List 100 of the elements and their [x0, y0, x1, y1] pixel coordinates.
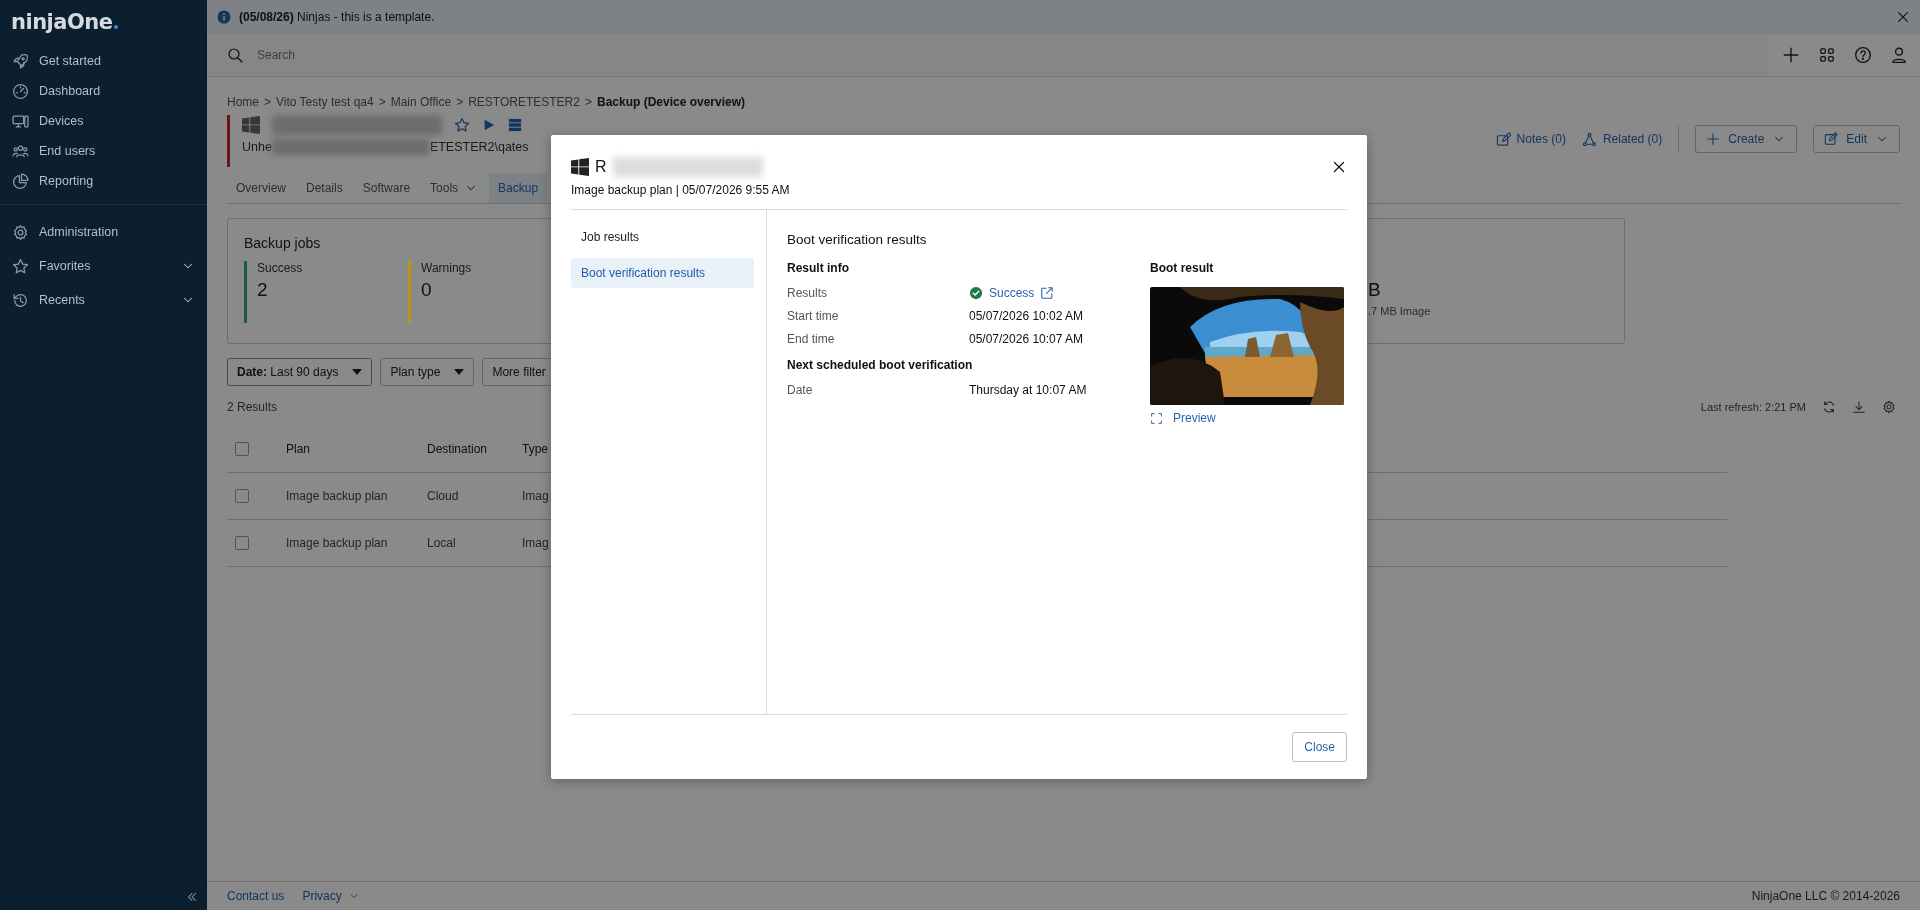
copyright: NinjaOne LLC © 2014-2026	[1751, 889, 1900, 903]
breadcrumb-link[interactable]: Home	[227, 95, 259, 109]
windows-icon	[242, 116, 260, 134]
dialog-title: R	[595, 158, 607, 176]
external-link-icon[interactable]	[1040, 285, 1055, 300]
contact-link[interactable]: Contact us	[227, 889, 285, 903]
tab[interactable]: Details	[297, 173, 352, 203]
plus-icon[interactable]	[1782, 46, 1800, 64]
field-value: Thursday at 10:07 AM	[969, 382, 1087, 397]
search-icon	[227, 47, 243, 63]
tab[interactable]: Overview	[227, 173, 295, 203]
sidebar-item[interactable]: Get started	[0, 46, 207, 76]
plus-icon	[1706, 132, 1721, 146]
status-link[interactable]: Success	[989, 285, 1035, 300]
star-icon[interactable]	[454, 117, 470, 133]
table-cell: Imag	[522, 536, 549, 550]
stat-caption: .7 MB Image	[1368, 305, 1432, 317]
field-value: 05/07/2026 10:07 AM	[969, 331, 1084, 346]
edit-icon	[1824, 132, 1839, 146]
breadcrumb-link[interactable]: Main Office	[390, 95, 452, 109]
play-icon[interactable]	[482, 118, 496, 132]
close-button[interactable]	[1331, 159, 1347, 175]
sidebar-item[interactable]: End users	[0, 136, 207, 166]
device-path: Unhe	[242, 140, 272, 154]
filter-button[interactable]: Plan type	[380, 358, 475, 386]
refresh-icon[interactable]	[1822, 400, 1836, 414]
download-icon[interactable]	[1852, 400, 1866, 414]
field-label: End time	[787, 331, 836, 346]
sidebar-item[interactable]: Dashboard	[0, 76, 207, 106]
sidebar-item[interactable]: Reporting	[0, 166, 207, 196]
grid-icon[interactable]	[1818, 46, 1836, 64]
search-field[interactable]: Search	[207, 34, 1768, 76]
field-label: Results	[787, 285, 828, 300]
tab[interactable]: Software	[353, 173, 420, 203]
pie-chart-icon	[12, 172, 29, 190]
field-label: Start time	[787, 308, 840, 323]
section-title: Boot result	[1150, 261, 1215, 275]
last-refresh: Last refresh: 2:21 PM	[1700, 401, 1806, 413]
tab[interactable]: Backup	[489, 173, 548, 203]
sidebar-item[interactable]: Favorites	[0, 249, 207, 283]
table-cell: Image backup plan	[286, 489, 388, 503]
privacy-menu[interactable]: Privacy	[302, 889, 360, 903]
checkbox[interactable]	[235, 489, 249, 503]
dialog-subtitle: Image backup plan | 05/07/2026 9:55 AM	[571, 183, 1347, 210]
status-bar	[227, 115, 230, 167]
nav-item[interactable]: Job results	[571, 222, 754, 252]
breadcrumb-separator: >	[456, 95, 464, 109]
close-icon[interactable]	[1896, 10, 1910, 24]
expand-icon	[1150, 411, 1163, 425]
column-header[interactable]: Destination	[427, 442, 488, 456]
note-icon	[1495, 131, 1511, 147]
settings-icon[interactable]	[1882, 400, 1896, 414]
banner-message: (05/08/26) Ninjas - this is a template.	[239, 10, 436, 24]
column-header[interactable]: Type	[522, 442, 548, 456]
history-icon	[12, 291, 29, 309]
server-icon[interactable]	[508, 118, 522, 132]
table-cell: Imag	[522, 489, 549, 503]
tab[interactable]: Tools	[421, 173, 488, 203]
gauge-icon	[12, 82, 29, 100]
create-button[interactable]: Create	[1695, 125, 1798, 153]
nav-item[interactable]: Boot verification results	[571, 258, 754, 288]
settings-icon	[12, 223, 29, 241]
network-icon	[1581, 131, 1597, 147]
section-title: Result info	[787, 261, 850, 275]
results-count: 2 Results	[227, 400, 278, 414]
info-icon	[217, 10, 231, 24]
device-path: ETESTER2\qates	[429, 140, 529, 154]
sidebar-item[interactable]: Devices	[0, 106, 207, 136]
related-link[interactable]: Related (0)	[1581, 131, 1663, 147]
breadcrumb-link[interactable]: Vito Testy test qa4	[276, 95, 374, 109]
close-icon	[1331, 159, 1347, 175]
section-title: Next scheduled boot verification	[787, 358, 974, 372]
stat-value: B	[1368, 279, 1382, 301]
user-icon[interactable]	[1890, 46, 1908, 64]
edit-button[interactable]: Edit	[1813, 125, 1900, 153]
notes-link[interactable]: Notes (0)	[1495, 131, 1566, 147]
column-header[interactable]: Plan	[286, 442, 311, 456]
breadcrumb-link[interactable]: RESTORETESTER2	[468, 95, 580, 109]
rocket-icon	[12, 52, 29, 70]
sidebar-item[interactable]: Recents	[0, 283, 207, 317]
breadcrumb-separator: >	[378, 95, 386, 109]
close-button[interactable]: Close	[1292, 732, 1347, 762]
help-icon[interactable]	[1854, 46, 1872, 64]
table-cell: Cloud	[427, 489, 459, 503]
logo[interactable]: ninjaOne	[11, 10, 113, 34]
preview-link[interactable]: Preview	[1150, 411, 1344, 425]
checkbox[interactable]	[235, 442, 249, 456]
filter-button[interactable]: Date: Last 90 days	[227, 358, 373, 386]
check-circle-icon	[969, 285, 983, 300]
sidebar-item[interactable]: Administration	[0, 215, 207, 249]
table-cell: Image backup plan	[286, 536, 388, 550]
collapse-icon[interactable]	[185, 890, 199, 904]
field-label: Date	[787, 382, 814, 397]
checkbox[interactable]	[235, 536, 249, 550]
breadcrumb-separator: >	[264, 95, 272, 109]
table-cell: Local	[427, 536, 456, 550]
stat-value: 0	[421, 279, 433, 301]
section-heading: Boot verification results	[787, 232, 928, 247]
stat-label: Success	[257, 261, 303, 275]
stat-label: Warnings	[421, 261, 472, 275]
